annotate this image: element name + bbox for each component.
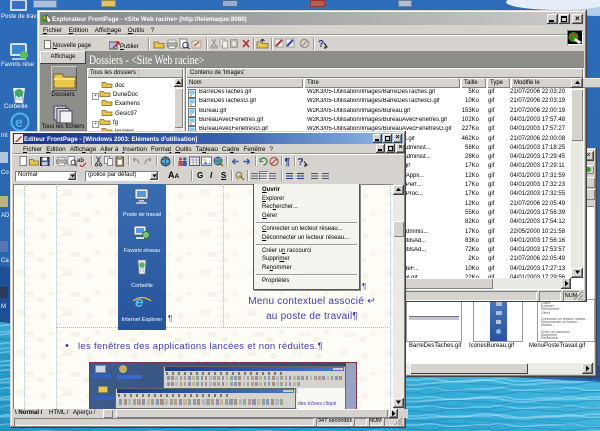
svg-text:ab: ab [77, 158, 84, 164]
svg-text:e: e [135, 294, 143, 311]
svg-text:e: e [15, 114, 23, 130]
svg-text:?: ? [318, 39, 324, 49]
svg-text:?: ? [298, 157, 304, 167]
svg-text:¶: ¶ [285, 157, 291, 167]
